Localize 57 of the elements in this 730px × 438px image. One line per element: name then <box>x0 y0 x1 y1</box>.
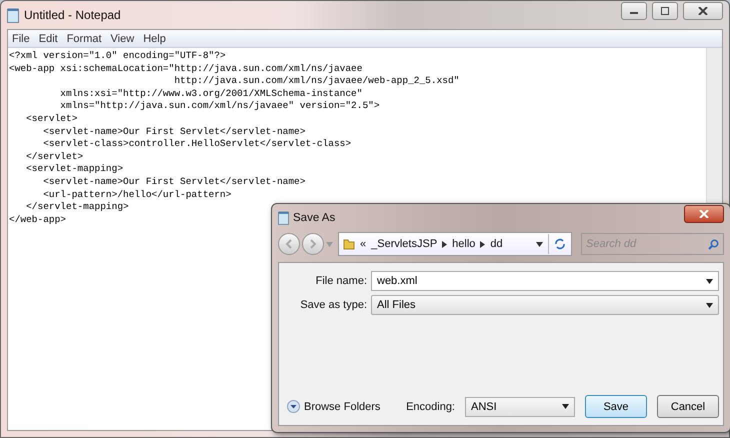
dropdown-arrow-icon <box>706 278 713 284</box>
menu-item[interactable]: File <box>12 32 30 44</box>
breadcrumb-item[interactable]: « <box>360 238 366 250</box>
code-line: <servlet-class>controller.HelloServlet</servlet-class> <box>42 138 352 151</box>
cancel-button[interactable]: Cancel <box>657 395 719 418</box>
maximize-icon <box>660 7 670 15</box>
menu-item[interactable]: Edit <box>38 32 58 44</box>
code-line: xmlns:xsi="http://www.w3.org/2001/XMLSchema-instance" <box>59 88 362 100</box>
code-line: <web-app xsi:schemaLocation="http://java.sun.com/xml/ns/javaee <box>9 62 362 76</box>
type-dropdown[interactable]: All Files <box>371 295 719 315</box>
code-line: http://java.sun.com/xml/ns/javaee/web-app_2_5.xsd" <box>173 75 460 88</box>
close-button[interactable] <box>684 204 724 222</box>
chevron-right-icon <box>480 240 486 248</box>
dialog-title: Save As <box>293 212 336 224</box>
encoding-dropdown[interactable]: ANSI <box>465 396 575 416</box>
dropdown-arrow-icon <box>562 404 569 409</box>
field-label: Save as type: <box>299 299 368 311</box>
encoding-label: Encoding: <box>406 400 456 412</box>
code-line: <url-pattern>/hello</url-pattern> <box>42 188 232 202</box>
code-line: <servlet-name>Our First Servlet</servlet-name> <box>42 126 306 138</box>
field-label: File name: <box>314 275 368 287</box>
forward-button[interactable] <box>302 233 324 255</box>
code-line: <?xml version="1.0" encoding="UTF-8"?> <box>9 50 226 63</box>
maximize-button[interactable] <box>652 2 678 20</box>
code-line: <servlet> <box>25 112 78 126</box>
menu-item[interactable]: View <box>110 32 134 44</box>
dropdown-arrow-icon[interactable] <box>536 242 543 246</box>
code-line: <servlet-name>Our First Servlet</servlet-name> <box>42 176 306 189</box>
search-field[interactable]: Search dd <box>581 233 724 255</box>
notepad-icon <box>7 8 19 22</box>
window-title: Untitled - Notepad <box>24 8 121 22</box>
code-line: </web-app> <box>9 214 66 226</box>
close-icon <box>699 210 709 218</box>
close-icon <box>698 7 708 15</box>
code-line: </servlet-mapping> <box>25 201 129 214</box>
breadcrumb-item[interactable]: _ServletsJSP <box>371 238 438 250</box>
notepad-icon <box>278 210 289 224</box>
save-button[interactable]: Save <box>585 395 647 418</box>
breadcrumb-item[interactable]: dd <box>490 238 503 250</box>
folder-icon <box>343 238 355 250</box>
dropdown-arrow-icon <box>706 302 713 308</box>
file-name-field[interactable]: web.xml <box>371 271 719 291</box>
refresh-icon <box>554 238 566 250</box>
back-button[interactable] <box>278 233 300 255</box>
menu-item[interactable]: Help <box>143 32 166 44</box>
minimize-button[interactable] <box>621 2 647 20</box>
address-bar[interactable]: « _ServletsJSP hello dd <box>338 232 572 256</box>
menu-item[interactable]: Format <box>66 32 102 44</box>
close-button[interactable] <box>683 2 723 20</box>
breadcrumb-item[interactable]: hello <box>452 238 476 250</box>
code-line: <servlet-mapping> <box>25 163 124 176</box>
chevron-right-icon <box>442 240 448 248</box>
search-icon <box>708 239 719 250</box>
code-line: </servlet> <box>25 150 84 164</box>
browse-folders-toggle[interactable]: Browse Folders <box>287 400 380 413</box>
expand-icon <box>287 400 300 413</box>
code-line: xmlns="http://java.sun.com/xml/ns/javaee" version="2.5"> <box>59 100 380 113</box>
